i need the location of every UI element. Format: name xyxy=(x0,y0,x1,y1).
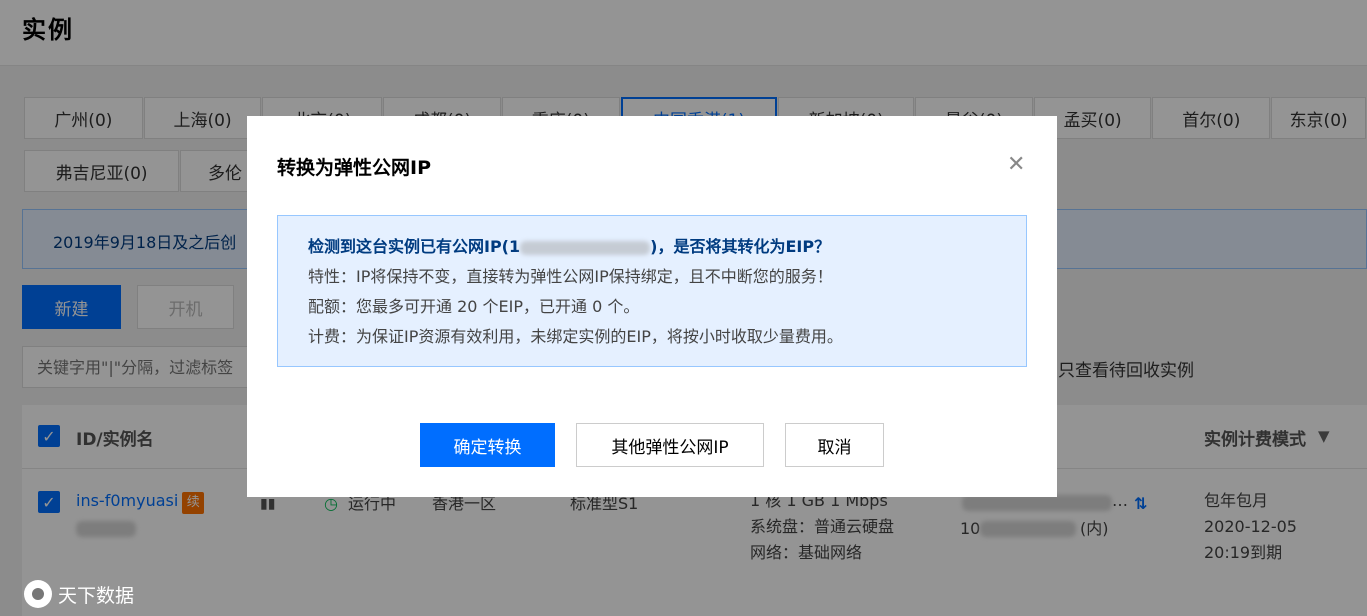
close-icon[interactable]: ✕ xyxy=(1007,152,1025,177)
convert-eip-dialog: 转换为弹性公网IP ✕ 检测到这台实例已有公网IP(1 )，是否将其转化为EIP？… xyxy=(247,116,1057,497)
dialog-title: 转换为弹性公网IP xyxy=(277,157,431,179)
info-box: 检测到这台实例已有公网IP(1 )，是否将其转化为EIP？ 特性：IP将保持不变，… xyxy=(277,215,1027,367)
watermark-logo-icon xyxy=(24,580,52,608)
ip-blurred xyxy=(520,240,651,255)
page: 实例 广州(0) 上海(0) 北京(0) 成都(0) 重庆(0) 中国香港(1)… xyxy=(0,0,1367,616)
info-question-prefix: 检测到这台实例已有公网IP(1 xyxy=(308,237,521,256)
info-question: 检测到这台实例已有公网IP(1 )，是否将其转化为EIP？ xyxy=(308,232,996,262)
info-billing: 计费：为保证IP资源有效利用，未绑定实例的EIP，将按小时收取少量费用。 xyxy=(308,327,843,346)
watermark: 天下数据 xyxy=(24,580,134,608)
confirm-convert-button[interactable]: 确定转换 xyxy=(420,423,555,467)
info-feature: 特性：IP将保持不变，直接转为弹性公网IP保持绑定，且不中断您的服务！ xyxy=(308,267,833,286)
other-eip-button[interactable]: 其他弹性公网IP xyxy=(576,423,764,467)
watermark-text: 天下数据 xyxy=(58,584,135,607)
info-quota: 配额：您最多可开通 20 个EIP，已开通 0 个。 xyxy=(308,297,640,316)
info-question-suffix: )，是否将其转化为EIP？ xyxy=(650,237,831,256)
cancel-button[interactable]: 取消 xyxy=(785,423,884,467)
